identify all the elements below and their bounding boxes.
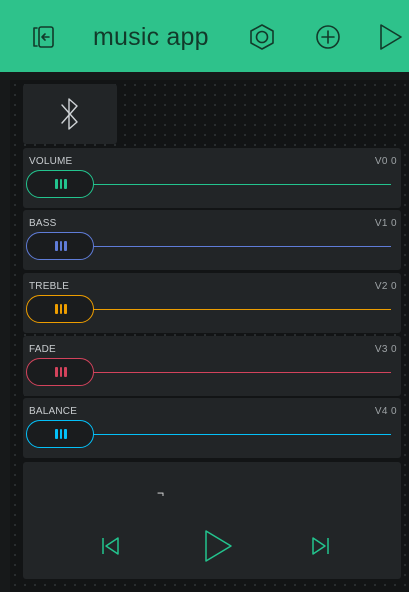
slider-pin-value: V4 0 <box>374 406 397 417</box>
next-button[interactable] <box>310 535 332 557</box>
play-icon[interactable] <box>375 22 405 52</box>
exit-icon[interactable] <box>28 22 58 52</box>
slider-label: VOLUME <box>29 156 73 167</box>
music-player-widget: ¬ <box>23 462 401 579</box>
skip-previous-icon <box>102 537 119 555</box>
slider-pin-value: V3 0 <box>374 344 397 355</box>
slider-handle[interactable] <box>26 170 94 198</box>
fade-slider[interactable]: FADE V3 0 <box>23 336 401 396</box>
slider-handle[interactable] <box>26 232 94 260</box>
slider-handle[interactable] <box>26 295 94 323</box>
slider-handle[interactable] <box>26 420 94 448</box>
play-icon <box>205 530 232 562</box>
slider-track[interactable] <box>93 434 391 435</box>
slider-track[interactable] <box>93 309 391 310</box>
plus-circle-icon[interactable] <box>313 22 343 52</box>
play-button[interactable] <box>203 529 233 563</box>
slider-handle[interactable] <box>26 358 94 386</box>
grip-icon <box>55 241 67 251</box>
grip-icon <box>55 179 67 189</box>
volume-slider[interactable]: VOLUME V0 0 <box>23 148 401 208</box>
grip-icon <box>55 304 67 314</box>
prev-button[interactable] <box>99 535 121 557</box>
slider-track[interactable] <box>93 184 391 185</box>
treble-slider[interactable]: TREBLE V2 0 <box>23 273 401 333</box>
slider-track[interactable] <box>93 372 391 373</box>
slider-label: FADE <box>29 344 56 355</box>
bass-slider[interactable]: BASS V1 0 <box>23 210 401 270</box>
track-name: ¬ <box>157 486 165 500</box>
slider-label: TREBLE <box>29 281 70 292</box>
slider-track[interactable] <box>93 246 391 247</box>
slider-label: BALANCE <box>29 406 78 417</box>
grip-icon <box>55 367 67 377</box>
balance-slider[interactable]: BALANCE V4 0 <box>23 398 401 458</box>
slider-label: BASS <box>29 218 57 229</box>
app-header: music app <box>0 0 409 72</box>
app-title: music app <box>93 23 209 51</box>
hexagon-nut-icon[interactable] <box>247 22 277 52</box>
bluetooth-widget[interactable] <box>23 84 117 144</box>
slider-pin-value: V1 0 <box>374 218 397 229</box>
skip-next-icon <box>312 537 329 555</box>
bluetooth-icon <box>61 98 78 130</box>
grip-icon <box>55 429 67 439</box>
slider-pin-value: V2 0 <box>374 281 397 292</box>
slider-pin-value: V0 0 <box>374 156 397 167</box>
